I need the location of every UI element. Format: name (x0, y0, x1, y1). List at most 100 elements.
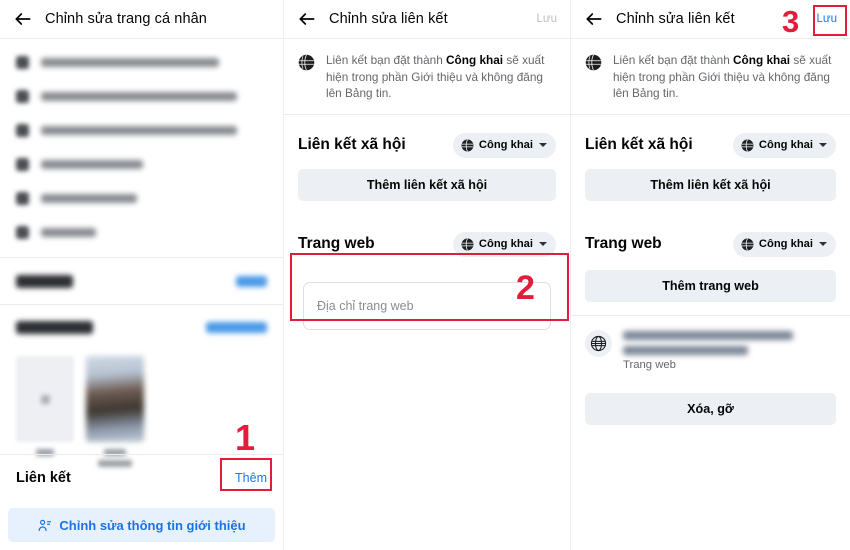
redacted-text (41, 57, 219, 67)
privacy-info-notice: Liên kết bạn đặt thành Công khai sẽ xuất… (571, 39, 850, 115)
social-privacy-label: Công khai (478, 139, 533, 151)
list-item[interactable] (0, 147, 283, 181)
website-url-placeholder: Địa chỉ trang web (317, 298, 414, 313)
chevron-down-icon (539, 242, 547, 246)
redacted-website-url (623, 330, 836, 355)
redacted-text (41, 91, 237, 101)
redacted-section-header (0, 304, 283, 350)
add-link-action-wrap: Thêm (235, 469, 267, 487)
home-icon (16, 157, 29, 171)
website-url-input[interactable]: Địa chỉ trang web (303, 281, 551, 330)
website-privacy-label: Công khai (758, 238, 813, 250)
plus-icon (40, 394, 50, 404)
annotation-number-3: 3 (782, 4, 800, 39)
edit-links-header: Chỉnh sửa liên kết Lưu (284, 0, 570, 39)
redacted-section-action[interactable] (206, 322, 267, 333)
privacy-info-notice: Liên kết bạn đặt thành Công khai sẽ xuất… (284, 39, 570, 115)
social-privacy-label: Công khai (758, 139, 813, 151)
info-text-bold: Công khai (733, 53, 791, 67)
thumbnail-photo[interactable] (86, 356, 144, 467)
add-social-link-button[interactable]: Thêm liên kết xã hội (298, 168, 556, 201)
list-item[interactable] (0, 181, 283, 215)
add-website-button[interactable]: Thêm trang web (585, 269, 836, 302)
add-social-link-button[interactable]: Thêm liên kết xã hội (585, 168, 836, 201)
website-privacy-label: Công khai (478, 238, 533, 250)
page-title: Chỉnh sửa liên kết (616, 11, 735, 27)
annotation-number-2: 2 (516, 269, 535, 307)
website-group-header: Trang web Công khai (284, 201, 570, 268)
privacy-info-text: Liên kết bạn đặt thành Công khai sẽ xuất… (326, 52, 555, 102)
panel-edit-profile: Chỉnh sửa trang cá nhân Liên kết Thêm Ch… (0, 0, 283, 550)
list-item[interactable] (0, 113, 283, 147)
list-item[interactable] (0, 45, 283, 79)
remove-website-label: Xóa, gỡ (687, 401, 734, 416)
briefcase-icon (16, 55, 29, 69)
redacted-section-title (16, 274, 73, 288)
website-title: Trang web (585, 235, 662, 252)
redacted-section-action[interactable] (236, 275, 267, 287)
panel-edit-links-saved: Chỉnh sửa liên kết Lưu Liên kết bạn đặt … (570, 0, 850, 550)
thumbnail-placeholder (16, 356, 74, 442)
edit-intro-button[interactable]: Chỉnh sửa thông tin giới thiệu (8, 508, 275, 542)
website-privacy-dropdown[interactable]: Công khai (732, 231, 836, 257)
chevron-down-icon (819, 242, 827, 246)
back-arrow-icon[interactable] (13, 9, 33, 29)
website-entry[interactable]: Trang web (571, 314, 850, 383)
profile-header: Chỉnh sửa trang cá nhân (0, 0, 283, 39)
thumbnail-add[interactable] (16, 356, 74, 467)
edit-intro-label: Chỉnh sửa thông tin giới thiệu (59, 517, 246, 533)
page-title: Chỉnh sửa trang cá nhân (45, 11, 207, 27)
info-text-before: Liên kết bạn đặt thành (326, 53, 447, 67)
website-entry-body: Trang web (623, 330, 836, 373)
add-website-label: Thêm trang web (662, 278, 759, 293)
page-title: Chỉnh sửa liên kết (329, 11, 448, 27)
social-links-group-header: Liên kết xã hội Công khai (571, 115, 850, 169)
website-entry-type: Trang web (623, 358, 676, 371)
info-text-before: Liên kết bạn đặt thành (613, 53, 734, 67)
list-item[interactable] (0, 79, 283, 113)
globe-icon (741, 139, 754, 152)
social-links-title: Liên kết xã hội (585, 136, 693, 153)
links-section-header: Liên kết Thêm (0, 454, 283, 500)
back-arrow-icon[interactable] (584, 9, 604, 29)
globe-icon (461, 238, 474, 251)
annotation-number-1: 1 (235, 417, 256, 458)
social-privacy-dropdown[interactable]: Công khai (732, 132, 836, 158)
redacted-section-title (16, 321, 93, 334)
heart-icon (16, 225, 29, 239)
privacy-info-text: Liên kết bạn đặt thành Công khai sẽ xuất… (613, 52, 835, 102)
website-privacy-dropdown[interactable]: Công khai (452, 231, 556, 257)
school-icon (16, 123, 29, 137)
info-text-bold: Công khai (446, 53, 504, 67)
list-item[interactable] (0, 215, 283, 249)
person-edit-icon (37, 518, 52, 533)
graduation-cap-icon (16, 89, 29, 103)
save-button[interactable]: Lưu (817, 13, 838, 25)
redacted-text (41, 227, 96, 237)
add-social-link-label: Thêm liên kết xã hội (366, 177, 488, 192)
globe-icon (298, 54, 315, 71)
profile-detail-list (0, 39, 283, 249)
remove-website-button[interactable]: Xóa, gỡ (585, 392, 836, 425)
redacted-text (41, 159, 143, 169)
social-privacy-dropdown[interactable]: Công khai (452, 132, 556, 158)
add-link-action[interactable]: Thêm (235, 471, 267, 485)
chevron-down-icon (539, 143, 547, 147)
save-button[interactable]: Lưu (537, 13, 558, 25)
back-arrow-icon[interactable] (297, 9, 317, 29)
globe-icon (461, 139, 474, 152)
location-icon (16, 191, 29, 205)
website-group-header: Trang web Công khai (571, 201, 850, 268)
thumbnail-image (86, 356, 144, 442)
screenshot-root: Chỉnh sửa trang cá nhân Liên kết Thêm Ch… (0, 0, 850, 550)
globe-icon (585, 54, 602, 71)
website-title: Trang web (298, 235, 375, 252)
social-links-group-header: Liên kết xã hội Công khai (284, 115, 570, 169)
links-section-title: Liên kết (16, 469, 71, 486)
redacted-text (41, 125, 237, 135)
globe-icon (741, 238, 754, 251)
add-social-link-label: Thêm liên kết xã hội (650, 177, 771, 192)
chevron-down-icon (819, 143, 827, 147)
edit-links-header: Chỉnh sửa liên kết Lưu (571, 0, 850, 39)
redacted-section-header (0, 258, 283, 304)
